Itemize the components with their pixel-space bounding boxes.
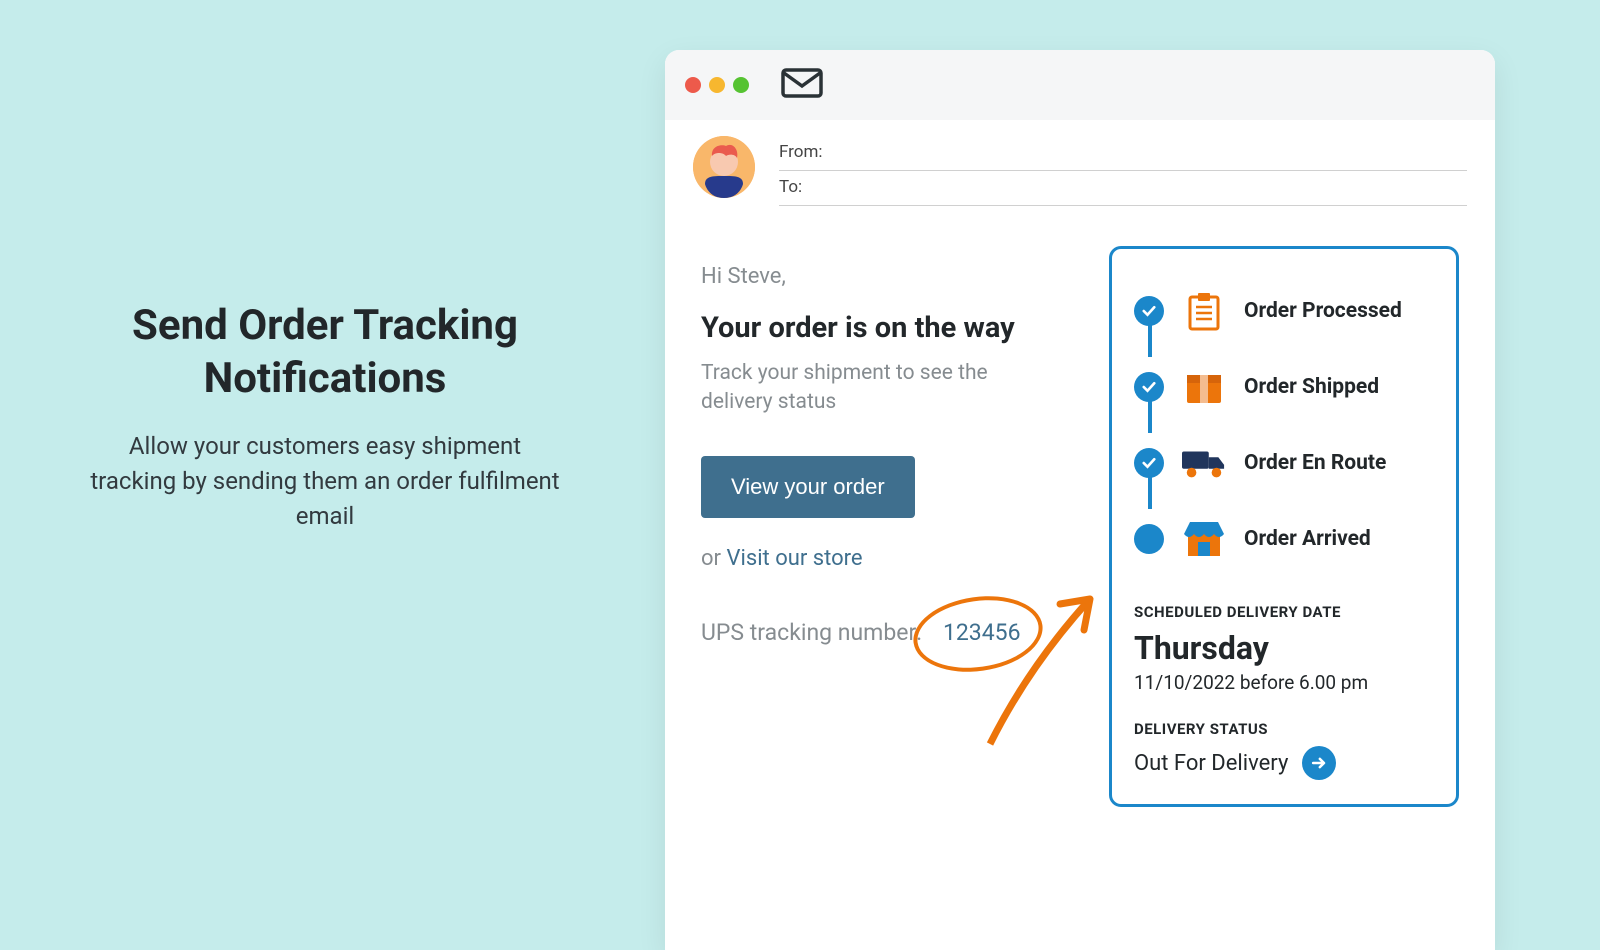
marketing-copy: Send Order Tracking Notifications Allow …: [90, 300, 560, 533]
step-order-processed: Order Processed: [1134, 273, 1434, 349]
tracking-number[interactable]: 123456: [939, 619, 1025, 646]
step-order-arrived: Order Arrived: [1134, 501, 1434, 577]
step-label: Order Shipped: [1244, 375, 1379, 399]
tracking-card: Order Processed Order Shipped: [1109, 246, 1459, 807]
check-icon: [1134, 448, 1164, 478]
sender-avatar: [693, 136, 755, 198]
clipboard-icon: [1182, 291, 1226, 331]
scheduled-day: Thursday: [1134, 629, 1434, 667]
or-text: or: [701, 546, 721, 571]
status-label: DELIVERY STATUS: [1134, 720, 1434, 738]
step-label: Order Arrived: [1244, 527, 1371, 551]
step-label: Order Processed: [1244, 299, 1402, 323]
visit-store-link[interactable]: Visit our store: [726, 546, 862, 571]
close-icon[interactable]: [685, 77, 701, 93]
store-icon: [1182, 520, 1226, 558]
to-field[interactable]: To:: [779, 171, 1467, 206]
check-icon: [1134, 372, 1164, 402]
marketing-title: Send Order Tracking Notifications: [90, 300, 560, 405]
marketing-subtitle: Allow your customers easy shipment track…: [90, 429, 560, 533]
step-order-shipped: Order Shipped: [1134, 349, 1434, 425]
email-window: From: To: Hi Steve, Your order is on the…: [665, 50, 1495, 950]
dot-icon: [1134, 524, 1164, 554]
tracking-label: UPS tracking number:: [701, 619, 922, 646]
email-header: From: To:: [665, 120, 1495, 214]
view-order-button[interactable]: View your order: [701, 456, 915, 518]
arrow-icon: [980, 584, 1110, 754]
maximize-icon[interactable]: [733, 77, 749, 93]
email-subtext: Track your shipment to see the delivery …: [701, 359, 1021, 418]
step-order-enroute: Order En Route: [1134, 425, 1434, 501]
status-row: Out For Delivery: [1134, 746, 1434, 780]
scheduled-detail: 11/10/2022 before 6.00 pm: [1134, 671, 1434, 694]
package-icon: [1182, 369, 1226, 405]
truck-icon: [1182, 447, 1226, 479]
minimize-icon[interactable]: [709, 77, 725, 93]
arrow-right-icon[interactable]: [1302, 746, 1336, 780]
step-label: Order En Route: [1244, 451, 1386, 475]
window-titlebar: [665, 50, 1495, 120]
mail-icon: [781, 68, 823, 102]
scheduled-label: SCHEDULED DELIVERY DATE: [1134, 603, 1434, 621]
check-icon: [1134, 296, 1164, 326]
from-field[interactable]: From:: [779, 136, 1467, 171]
tracking-steps: Order Processed Order Shipped: [1134, 273, 1434, 577]
status-value: Out For Delivery: [1134, 751, 1288, 776]
